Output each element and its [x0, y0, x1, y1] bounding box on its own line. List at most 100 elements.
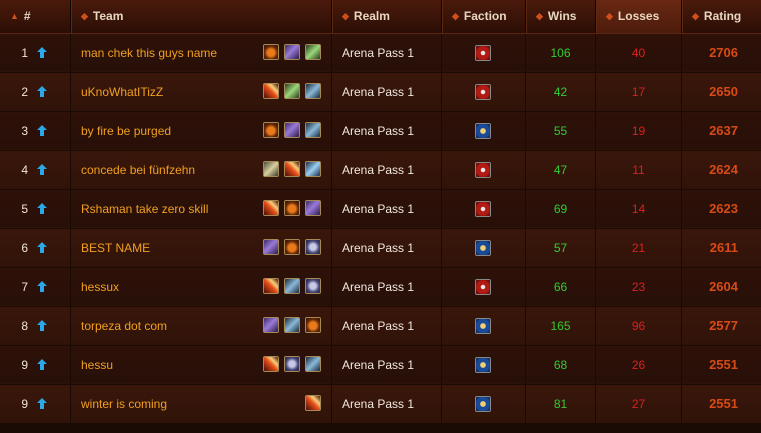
team-column-header[interactable]: ◆ Team [70, 0, 331, 33]
team-cell: hessux [70, 268, 331, 306]
team-cell: uKnoWhatITizZ [70, 73, 331, 111]
hunter-icon[interactable] [305, 44, 321, 60]
warlock-icon[interactable] [284, 44, 300, 60]
team-name-link[interactable]: man chek this guys name [81, 46, 217, 60]
priest-icon[interactable] [305, 278, 321, 294]
rank-number: 1 [21, 46, 28, 60]
mage-icon[interactable] [263, 200, 279, 216]
faction-cell [441, 73, 525, 111]
druid-icon[interactable] [284, 239, 300, 255]
wins-cell: 69 [525, 190, 595, 228]
rank-header-label: # [23, 9, 31, 23]
warlock-icon[interactable] [263, 317, 279, 333]
faction-cell [441, 112, 525, 150]
rating-cell: 2551 [681, 346, 761, 384]
mage-icon[interactable] [263, 278, 279, 294]
rating-cell: 2706 [681, 34, 761, 72]
table-row[interactable]: 3 by fire be purged Arena Pass 1 55 19 2… [0, 112, 761, 150]
wins-cell: 106 [525, 34, 595, 72]
losses-cell: 11 [595, 151, 681, 189]
table-row[interactable]: 9 hessu Arena Pass 1 68 26 2551 [0, 346, 761, 384]
table-row[interactable]: 9 winter is coming Arena Pass 1 81 27 25… [0, 385, 761, 423]
sort-arrow-icon: ◆ [536, 11, 543, 21]
realm-cell: Arena Pass 1 [331, 268, 441, 306]
table-row[interactable]: 2 uKnoWhatITizZ Arena Pass 1 42 17 2650 [0, 73, 761, 111]
paladin-icon[interactable] [263, 161, 279, 177]
team-name-link[interactable]: hessux [81, 280, 119, 294]
rogue-icon[interactable] [305, 356, 321, 372]
wins-cell: 57 [525, 229, 595, 267]
table-row[interactable]: 6 BEST NAME Arena Pass 1 57 21 2611 [0, 229, 761, 267]
priest-icon[interactable] [305, 239, 321, 255]
sort-arrow-icon: ▲ [10, 11, 19, 21]
rating-column-header[interactable]: ◆ Rating [681, 0, 761, 33]
priest-icon[interactable] [284, 356, 300, 372]
realm-header-label: Realm [353, 9, 390, 23]
team-name-link[interactable]: by fire be purged [81, 124, 171, 138]
rank-column-header[interactable]: ▲ # [0, 0, 70, 33]
rank-up-arrow-icon [37, 164, 47, 175]
druid-icon[interactable] [263, 44, 279, 60]
faction-cell [441, 151, 525, 189]
shaman-icon[interactable] [305, 161, 321, 177]
table-row[interactable]: 5 Rshaman take zero skill Arena Pass 1 6… [0, 190, 761, 228]
team-cell: hessu [70, 346, 331, 384]
table-row[interactable]: 4 concede bei fünfzehn Arena Pass 1 47 1… [0, 151, 761, 189]
rank-cell: 9 [0, 346, 70, 384]
rank-up-arrow-icon [37, 203, 47, 214]
warlock-icon[interactable] [305, 200, 321, 216]
rank-cell: 7 [0, 268, 70, 306]
mage-icon[interactable] [263, 83, 279, 99]
druid-icon[interactable] [284, 200, 300, 216]
table-row[interactable]: 7 hessux Arena Pass 1 66 23 2604 [0, 268, 761, 306]
horde-faction-icon [475, 84, 491, 100]
rating-header-label: Rating [703, 9, 742, 23]
wins-column-header[interactable]: ◆ Wins [525, 0, 595, 33]
druid-icon[interactable] [263, 122, 279, 138]
faction-header-label: Faction [463, 9, 507, 23]
table-row[interactable]: 8 torpeza dot com Arena Pass 1 165 96 25… [0, 307, 761, 345]
losses-cell: 27 [595, 385, 681, 423]
wins-cell: 68 [525, 346, 595, 384]
faction-cell [441, 307, 525, 345]
horde-faction-icon [475, 279, 491, 295]
team-cell: Rshaman take zero skill [70, 190, 331, 228]
rank-number: 2 [21, 85, 28, 99]
warlock-icon[interactable] [284, 122, 300, 138]
losses-column-header[interactable]: ◆ Losses [595, 0, 681, 33]
wins-cell: 81 [525, 385, 595, 423]
table-row[interactable]: 1 man chek this guys name Arena Pass 1 1… [0, 34, 761, 72]
realm-column-header[interactable]: ◆ Realm [331, 0, 441, 33]
team-header-label: Team [92, 9, 124, 23]
realm-cell: Arena Pass 1 [331, 307, 441, 345]
alliance-faction-icon [475, 357, 491, 373]
team-name-link[interactable]: hessu [81, 358, 113, 372]
rank-up-arrow-icon [37, 86, 47, 97]
rogue-icon[interactable] [284, 317, 300, 333]
rank-number: 6 [21, 241, 28, 255]
team-name-link[interactable]: BEST NAME [81, 241, 150, 255]
team-name-link[interactable]: Rshaman take zero skill [81, 202, 208, 216]
rating-cell: 2624 [681, 151, 761, 189]
rating-cell: 2604 [681, 268, 761, 306]
team-name-link[interactable]: winter is coming [81, 397, 167, 411]
wins-cell: 165 [525, 307, 595, 345]
faction-column-header[interactable]: ◆ Faction [441, 0, 525, 33]
rogue-icon[interactable] [284, 278, 300, 294]
warlock-icon[interactable] [263, 239, 279, 255]
team-name-link[interactable]: concede bei fünfzehn [81, 163, 195, 177]
rogue-icon[interactable] [305, 122, 321, 138]
team-name-link[interactable]: uKnoWhatITizZ [81, 85, 163, 99]
team-name-link[interactable]: torpeza dot com [81, 319, 167, 333]
rogue-icon[interactable] [305, 83, 321, 99]
hunter-icon[interactable] [284, 83, 300, 99]
losses-cell: 23 [595, 268, 681, 306]
rank-cell: 6 [0, 229, 70, 267]
wins-cell: 42 [525, 73, 595, 111]
mage-icon[interactable] [263, 356, 279, 372]
mage-icon[interactable] [284, 161, 300, 177]
mage-icon[interactable] [305, 395, 321, 411]
alliance-faction-icon [475, 396, 491, 412]
table-header: ▲ # ◆ Team ◆ Realm ◆ Faction ◆ Wins ◆ Losses ◆… [0, 0, 761, 34]
druid-icon[interactable] [305, 317, 321, 333]
